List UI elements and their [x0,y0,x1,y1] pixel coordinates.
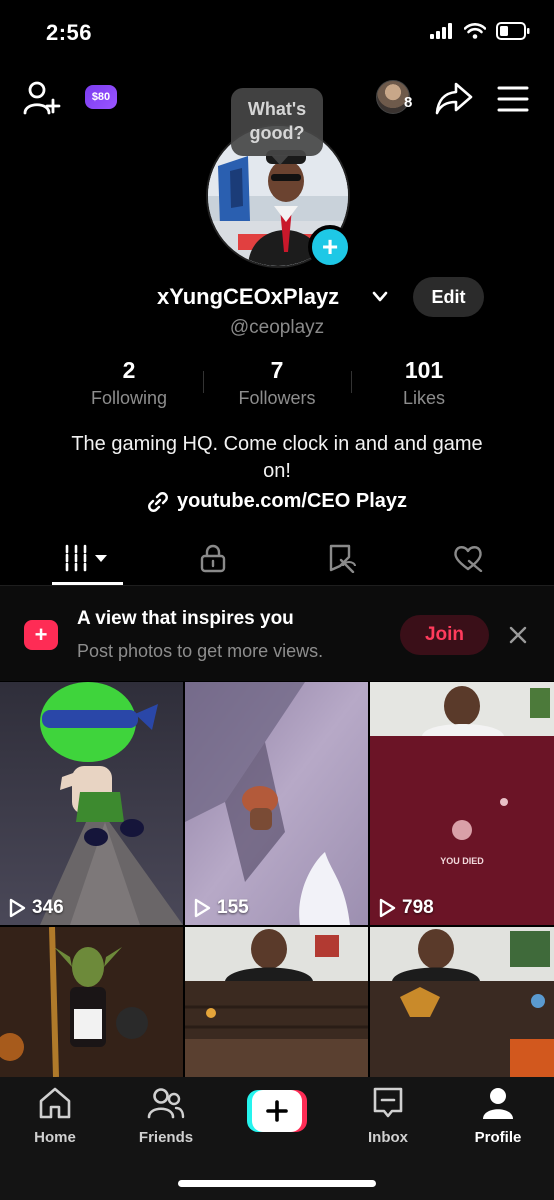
add-friend-icon[interactable] [22,80,62,116]
video-thumbnail [370,682,554,925]
wifi-icon [464,23,486,39]
edit-profile-button[interactable]: Edit [413,277,484,317]
banner-title: A view that inspires you [77,608,294,629]
view-count: 155 [193,897,249,919]
video-tile-6[interactable] [370,927,554,1077]
friends-icon [147,1088,185,1119]
tab-videos[interactable] [28,538,148,578]
play-icon [9,898,26,918]
share-icon[interactable] [434,80,474,116]
username: @ceoplayz [229,317,325,338]
video-thumbnail [0,682,183,925]
link-text: youtube.com/CEO Playz [176,490,408,512]
whats-good-bubble[interactable]: What's good? [231,88,323,165]
nav-label: Friends [138,1129,194,1146]
video-thumbnail [370,927,554,1077]
nav-label: Profile [474,1129,522,1146]
video-thumbnail [185,682,368,925]
stat-label: Following [90,388,168,408]
menu-icon[interactable] [496,84,530,114]
video-thumbnail [0,927,183,1077]
tab-liked[interactable] [408,538,528,578]
stat-divider [203,371,204,393]
nav-label: Inbox [368,1129,408,1146]
banner-subtitle: Post photos to get more views. [77,641,324,661]
add-photo-icon: + [24,620,58,650]
video-overlay-text: YOU DIED [440,856,484,866]
nav-friends[interactable]: Friends [126,1086,206,1146]
nav-profile[interactable]: Profile [458,1086,538,1146]
liked-icon [454,546,483,572]
video-thumbnail [185,927,368,1077]
story-count: 8 [404,94,413,111]
tagged-icon [329,544,356,573]
stat-label: Likes [402,388,446,408]
nav-inbox[interactable]: Inbox [348,1086,428,1146]
cellular-signal-icon [430,23,452,39]
profile-link[interactable]: youtube.com/CEO Playz [0,490,554,513]
view-count-value: 155 [217,897,249,918]
videos-grid-icon [65,544,107,572]
view-count-value: 798 [402,897,434,918]
status-time: 2:56 [46,20,93,45]
join-button[interactable]: Join [400,615,489,655]
home-icon [39,1087,71,1119]
stat-value: 7 [270,357,284,383]
stat-following[interactable]: 2 Following [59,357,199,409]
video-tile-2[interactable]: 155 [185,682,368,925]
play-icon [194,898,211,918]
stat-divider [351,371,352,393]
home-indicator[interactable] [178,1180,376,1187]
coin-badge[interactable]: $80 [85,85,117,109]
nav-label: Home [34,1129,76,1146]
profile-icon [483,1088,513,1119]
tab-private[interactable] [153,538,273,578]
stat-label: Followers [238,388,316,408]
chevron-down-icon[interactable] [372,291,388,303]
view-count: 798 [378,897,434,919]
video-tile-3[interactable]: YOU DIED 798 [370,682,554,925]
add-story-button[interactable]: + [308,225,352,269]
display-name[interactable]: xYungCEOxPlayz [157,284,339,310]
close-icon[interactable] [508,625,528,645]
video-tile-4[interactable] [0,927,183,1077]
view-count-value: 346 [32,897,64,918]
video-tile-1[interactable]: 346 [0,682,183,925]
stat-likes[interactable]: 101 Likes [354,357,494,409]
tab-tagged[interactable] [282,538,402,578]
video-tile-5[interactable] [185,927,368,1077]
view-count: 346 [8,897,64,919]
stat-value: 101 [404,357,444,383]
profile-bio: The gaming HQ. Come clock in and and gam… [71,433,483,482]
play-icon [379,898,396,918]
link-icon [148,491,168,512]
status-icons [430,22,530,40]
create-icon[interactable] [247,1090,307,1132]
inbox-icon [373,1087,403,1118]
private-lock-icon [200,544,226,573]
nav-home[interactable]: Home [15,1086,95,1146]
stat-value: 2 [122,357,136,383]
stat-followers[interactable]: 7 Followers [207,357,347,409]
battery-icon [496,22,530,40]
